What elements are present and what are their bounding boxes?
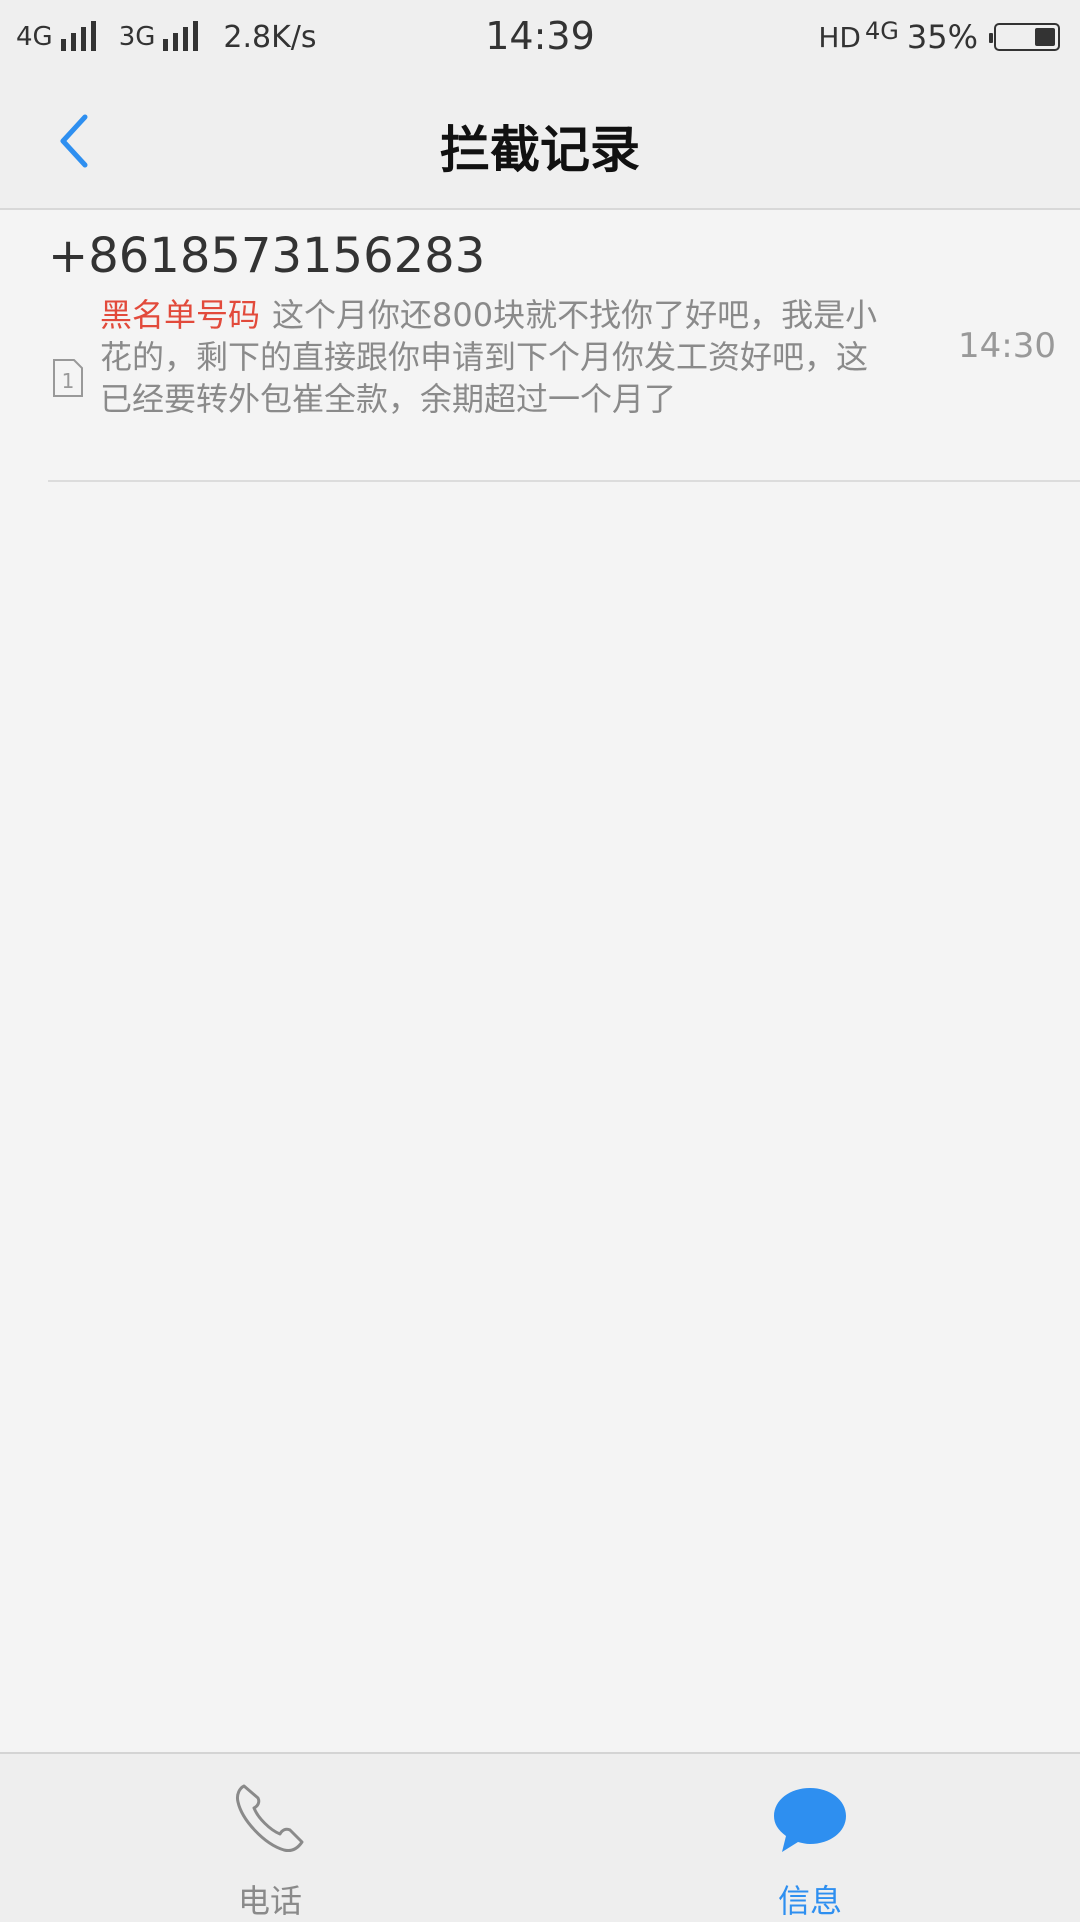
battery-fill	[1035, 28, 1055, 46]
sim-number: 1	[62, 369, 75, 393]
tab-label: 信息	[777, 1882, 842, 1920]
sim-card-icon: 1	[53, 359, 83, 397]
phone-icon	[236, 1784, 304, 1852]
message-item[interactable]: +8618573156283 1 黑名单号码 这个月你还800块就不找你了好吧，我…	[48, 210, 1080, 482]
battery-icon	[989, 23, 1060, 51]
page-title: 拦截记录	[440, 121, 640, 179]
blacklist-tag: 黑名单号码	[100, 296, 261, 334]
tab-label: 电话	[237, 1882, 302, 1920]
message-time: 14:30	[958, 326, 1056, 366]
tab-messages[interactable]: 信息	[660, 1754, 960, 1922]
sender-number: +8618573156283	[48, 228, 486, 284]
hd-indicator: HD	[818, 20, 861, 54]
chat-bubble-icon	[774, 1788, 846, 1852]
status-bar: 4G 3G 2.8K/s 14:39 HD 4G 35%	[0, 0, 1080, 76]
battery-percent: 35%	[906, 18, 978, 56]
tab-phone[interactable]: 电话	[120, 1754, 420, 1922]
bottom-nav: 电话 信息	[0, 1752, 1080, 1922]
network-type-right: 4G	[865, 17, 899, 45]
status-right: HD 4G 35%	[818, 14, 1060, 60]
message-preview: 黑名单号码 这个月你还800块就不找你了好吧，我是小花的，剩下的直接跟你申请到下个…	[100, 294, 880, 420]
header: 拦截记录	[0, 76, 1080, 210]
